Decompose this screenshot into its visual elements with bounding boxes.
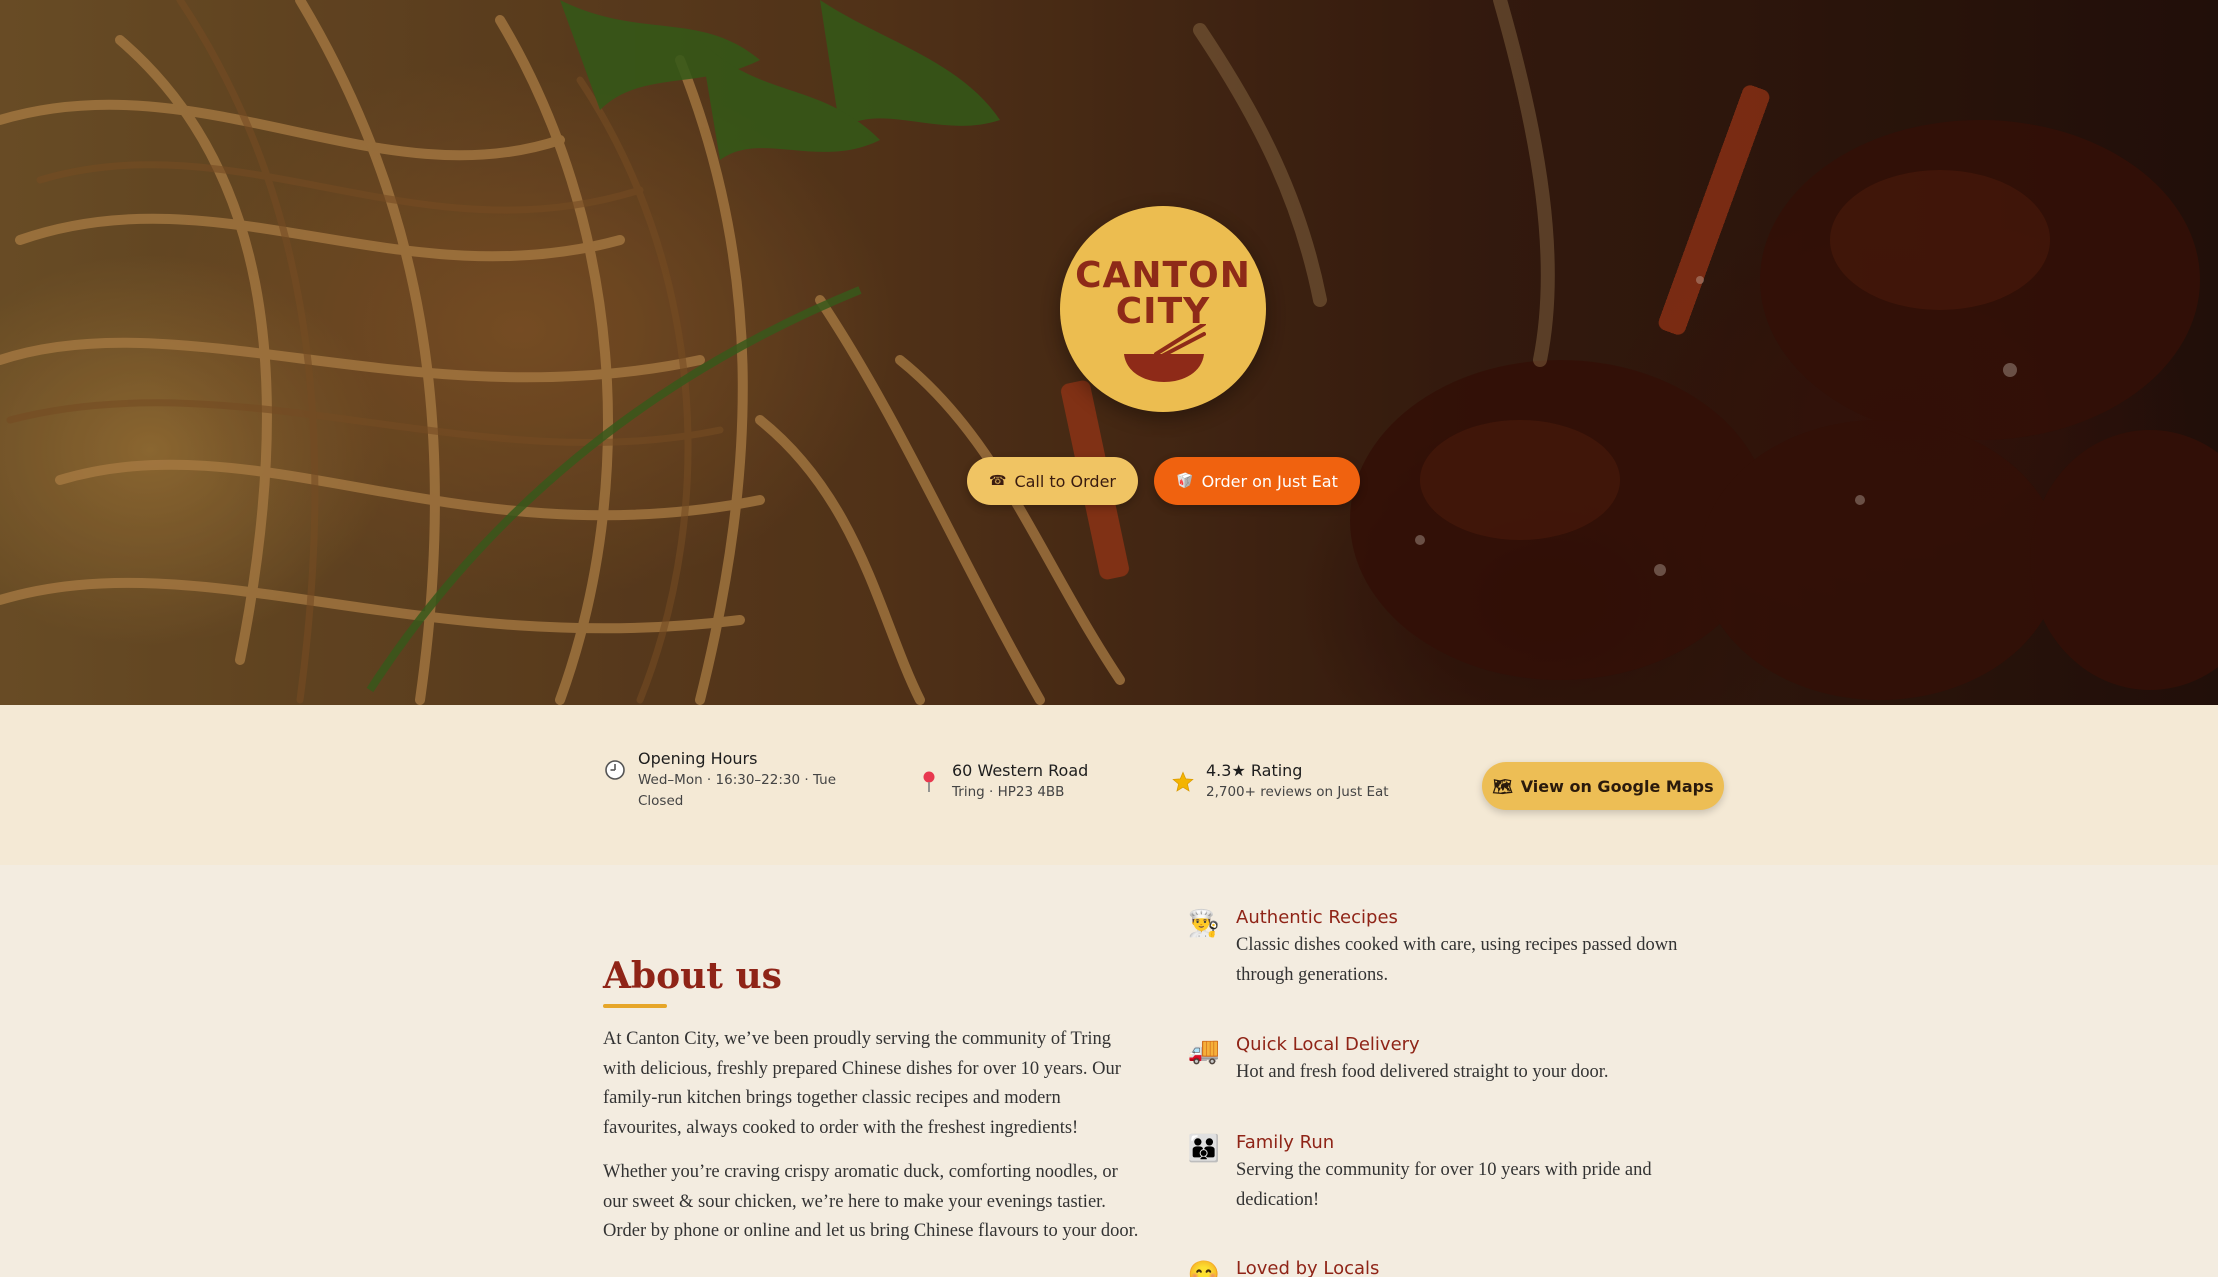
logo-text-line1: CANTON (1075, 255, 1251, 296)
about-heading: About us (603, 955, 782, 997)
feature-text: Classic dishes cooked with care, using r… (1236, 935, 1678, 985)
opening-hours-title: Opening Hours (638, 749, 758, 768)
delivery-truck-icon: 🚚 (1187, 1034, 1221, 1065)
order-just-eat-label: Order on Just Eat (1201, 471, 1338, 491)
feature-title: Authentic Recipes (1236, 907, 1398, 928)
feature-quick-delivery: 🚚 Quick Local Delivery Hot and fresh foo… (1186, 1032, 1716, 1088)
about-heading-underline (603, 1004, 667, 1008)
feature-loved-by-locals: 😊 Loved by Locals (1186, 1256, 1716, 1277)
about-paragraph-1: At Canton City, we’ve been proudly servi… (603, 1029, 1121, 1138)
info-bar (0, 705, 2218, 865)
feature-title: Family Run (1236, 1132, 1335, 1153)
takeaway-icon: 🥡 (1176, 473, 1194, 489)
address-detail: Tring · HP23 4BB (952, 784, 1065, 800)
order-just-eat-button[interactable]: 🥡 Order on Just Eat (1154, 457, 1360, 505)
chef-icon: 👨‍🍳 (1187, 907, 1221, 938)
opening-hours-detail: Wed–Mon · 16:30–22:30 · Tue Closed (638, 772, 837, 809)
call-to-order-label: Call to Order (1014, 471, 1117, 491)
rating-info: 4.3★ Rating 2,700+ reviews on Just Eat (1172, 760, 1389, 803)
google-maps-button[interactable]: 🗺 View on Google Maps (1482, 762, 1724, 810)
smile-icon: 😊 (1187, 1258, 1221, 1277)
address-title: 60 Western Road (952, 761, 1089, 780)
feature-title: Loved by Locals (1236, 1258, 1380, 1277)
clock-icon (604, 759, 626, 781)
star-icon (1172, 771, 1194, 793)
opening-hours-info: Opening Hours Wed–Mon · 16:30–22:30 · Tu… (604, 748, 858, 812)
feature-title: Quick Local Delivery (1236, 1034, 1420, 1055)
call-to-order-button[interactable]: ☎ Call to Order (967, 457, 1138, 505)
phone-icon: ☎ (988, 473, 1007, 489)
map-icon: 🗺 (1492, 776, 1513, 796)
feature-text: Serving the community for over 10 years … (1236, 1160, 1652, 1210)
rating-title: 4.3★ Rating (1206, 761, 1303, 780)
brand-logo[interactable]: CANTON CITY (1060, 206, 1266, 412)
bowl-chopsticks-icon (1124, 324, 1206, 382)
feature-family-run: 👪 Family Run Serving the community for o… (1186, 1130, 1716, 1215)
pin-icon (918, 771, 940, 793)
feature-text: Hot and fresh food delivered straight to… (1236, 1062, 1609, 1082)
about-paragraph-2: Whether you’re craving crispy aromatic d… (603, 1162, 1139, 1241)
family-icon: 👪 (1187, 1132, 1221, 1163)
address-info[interactable]: 60 Western Road Tring · HP23 4BB (918, 760, 1088, 803)
google-maps-label: View on Google Maps (1520, 776, 1714, 796)
rating-detail: 2,700+ reviews on Just Eat (1206, 784, 1389, 800)
feature-authentic-recipes: 👨‍🍳 Authentic Recipes Classic dishes coo… (1186, 905, 1716, 990)
